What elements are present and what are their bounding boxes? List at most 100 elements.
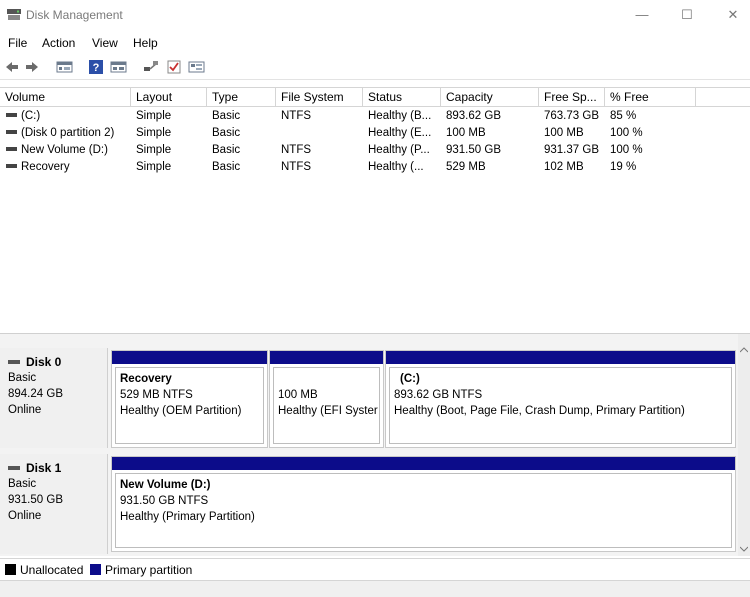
cell-free-space: 763.73 GB (544, 110, 599, 122)
cell-capacity: 931.50 GB (446, 144, 501, 156)
disk-icon (8, 465, 20, 470)
table-row[interactable]: (C:) Simple Basic NTFS Healthy (B... 893… (0, 108, 750, 125)
column-header-status[interactable]: Status (363, 88, 441, 106)
cell-capacity: 529 MB (446, 161, 486, 173)
help-icon[interactable]: ? (88, 59, 104, 75)
column-header-type[interactable]: Type (207, 88, 276, 106)
menu-bar: File Action View Help (0, 33, 750, 53)
disk-size: 931.50 GB (8, 494, 63, 506)
cell-percent-free: 19 % (610, 161, 637, 173)
cell-layout: Simple (136, 127, 172, 139)
column-header-volume[interactable]: Volume (0, 88, 131, 106)
menu-file[interactable]: File (8, 36, 27, 50)
svg-text:?: ? (93, 62, 100, 74)
disk-type: Basic (8, 478, 37, 490)
volume-icon (6, 129, 17, 134)
disk-state: Online (8, 404, 42, 416)
partition-status: Healthy (Primary Partition) (120, 511, 255, 523)
vertical-scrollbar[interactable] (738, 334, 750, 556)
legend-swatch-primary (90, 564, 101, 575)
settings-icon[interactable] (188, 59, 205, 75)
table-row[interactable]: Recovery Simple Basic NTFS Healthy (... … (0, 159, 750, 176)
title-bar: Disk Management — ☐ ✕ (0, 0, 750, 31)
cell-layout: Simple (136, 161, 172, 173)
scroll-down-icon[interactable] (740, 546, 748, 552)
column-header-file-system[interactable]: File System (276, 88, 363, 106)
cell-volume: (Disk 0 partition 2) (21, 127, 115, 139)
column-header-percent-free[interactable]: % Free (605, 88, 696, 106)
cell-status: Healthy (B... (368, 110, 432, 122)
legend-swatch-unallocated (5, 564, 16, 575)
cell-percent-free: 100 % (610, 127, 643, 139)
partition-size: 931.50 GB NTFS (120, 495, 209, 507)
cell-type: Basic (212, 110, 241, 122)
volume-list: Volume Layout Type File System Status Ca… (0, 87, 750, 333)
partition-size: 100 MB (278, 389, 318, 401)
partition-color-bar (112, 351, 267, 364)
close-button[interactable]: ✕ (718, 6, 748, 24)
menu-help[interactable]: Help (133, 36, 158, 50)
cell-file-system: NTFS (281, 161, 312, 173)
cell-volume: Recovery (21, 161, 70, 173)
menu-view[interactable]: View (92, 36, 118, 50)
menu-action[interactable]: Action (42, 36, 75, 50)
forward-icon[interactable] (24, 59, 40, 75)
cell-percent-free: 100 % (610, 144, 643, 156)
cell-free-space: 102 MB (544, 161, 584, 173)
disk-icon (8, 359, 20, 364)
connect-icon[interactable] (142, 59, 159, 75)
partition-efi[interactable]: 100 MB Healthy (EFI Syster (269, 350, 384, 448)
disk-graphical-view: Disk 0 Basic 894.24 GB Online Recovery 5… (0, 333, 750, 556)
minimize-button[interactable]: — (627, 6, 657, 24)
cell-free-space: 100 MB (544, 127, 584, 139)
cell-capacity: 100 MB (446, 127, 486, 139)
partition-name: (C:) (400, 373, 420, 385)
cell-file-system: NTFS (281, 110, 312, 122)
cell-type: Basic (212, 161, 241, 173)
partition-color-bar (270, 351, 383, 364)
column-header-capacity[interactable]: Capacity (441, 88, 539, 106)
cell-type: Basic (212, 144, 241, 156)
partition-name: Recovery (120, 373, 172, 385)
cell-percent-free: 85 % (610, 110, 637, 122)
cell-layout: Simple (136, 110, 172, 122)
maximize-button[interactable]: ☐ (672, 6, 702, 24)
cell-file-system: NTFS (281, 144, 312, 156)
column-header-layout[interactable]: Layout (131, 88, 207, 106)
partition-size: 893.62 GB NTFS (394, 389, 483, 401)
disk-state: Online (8, 510, 42, 522)
cell-type: Basic (212, 127, 241, 139)
properties-icon[interactable] (110, 59, 127, 75)
partition-status: Healthy (EFI Syster (278, 405, 378, 417)
check-icon[interactable] (166, 59, 182, 75)
disk-0-label[interactable]: Disk 0 Basic 894.24 GB Online (0, 348, 108, 448)
disk-1-label[interactable]: Disk 1 Basic 931.50 GB Online (0, 454, 108, 554)
table-row[interactable]: New Volume (D:) Simple Basic NTFS Health… (0, 142, 750, 159)
cell-volume: (C:) (21, 110, 41, 122)
partition-name: New Volume (D:) (120, 479, 211, 491)
status-bar (0, 580, 750, 597)
partition-new-volume-d[interactable]: New Volume (D:) 931.50 GB NTFS Healthy (… (111, 456, 736, 552)
disk-type: Basic (8, 372, 37, 384)
toolbar: ? (0, 55, 750, 80)
legend-label-unallocated: Unallocated (20, 563, 84, 577)
back-icon[interactable] (4, 59, 20, 75)
volume-icon (6, 163, 17, 168)
window-title: Disk Management (26, 8, 123, 22)
partition-c[interactable]: (C:) 893.62 GB NTFS Healthy (Boot, Page … (385, 350, 736, 448)
partition-color-bar (386, 351, 735, 364)
partition-color-bar (112, 457, 735, 470)
cell-layout: Simple (136, 144, 172, 156)
cell-status: Healthy (P... (368, 144, 430, 156)
disk-name: Disk 0 (26, 355, 62, 369)
disk-size: 894.24 GB (8, 388, 63, 400)
partition-size: 529 MB NTFS (120, 389, 193, 401)
legend-label-primary: Primary partition (105, 563, 193, 577)
column-header-free-space[interactable]: Free Sp... (539, 88, 605, 106)
table-row[interactable]: (Disk 0 partition 2) Simple Basic Health… (0, 125, 750, 142)
scroll-up-icon[interactable] (740, 347, 748, 353)
partition-recovery[interactable]: Recovery 529 MB NTFS Healthy (OEM Partit… (111, 350, 268, 448)
list-view-icon[interactable] (56, 59, 73, 75)
cell-free-space: 931.37 GB (544, 144, 599, 156)
partition-status: Healthy (Boot, Page File, Crash Dump, Pr… (394, 405, 685, 417)
